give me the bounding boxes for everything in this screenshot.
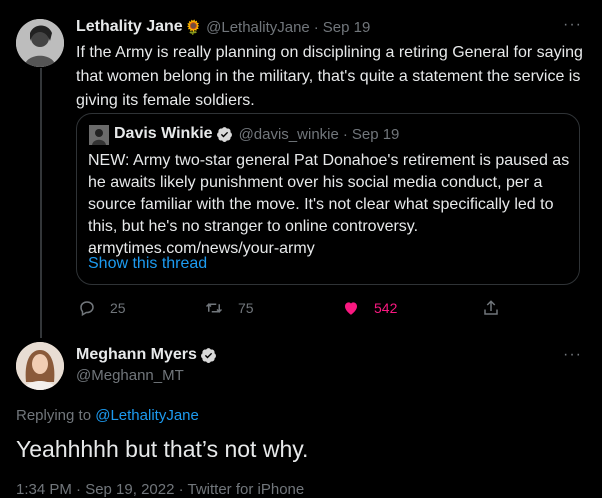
reply-action[interactable]: 25 <box>78 299 126 317</box>
author-name[interactable]: Lethality Jane <box>76 18 183 36</box>
quoted-author-handle: @davis_winkie <box>238 125 339 143</box>
quoted-avatar-image <box>89 125 109 145</box>
separator-dot: · <box>313 18 319 36</box>
reply-author-name[interactable]: Meghann Myers <box>76 346 197 364</box>
heart-icon <box>345 302 357 315</box>
avatar-meghann-myers[interactable] <box>16 342 64 390</box>
sunflower-emoji: 🌻 <box>184 18 203 35</box>
retweet-count: 75 <box>238 300 254 316</box>
share-action[interactable] <box>482 299 514 317</box>
retweet-icon <box>205 303 223 313</box>
replying-to-link[interactable]: @LethalityJane <box>95 407 199 424</box>
replying-prefix: Replying to <box>16 407 96 424</box>
quoted-text-ellipsis: ... <box>88 236 103 252</box>
tweet-header: Lethality Jane 🌻 @LethalityJane · Sep 19 <box>76 18 370 36</box>
quoted-tweet-header: Davis Winkie @davis_winkie · Sep 19 <box>114 125 399 143</box>
quoted-author-name: Davis Winkie <box>114 125 213 142</box>
tweet-date[interactable]: Sep 19 <box>323 19 371 36</box>
like-count: 542 <box>374 300 398 316</box>
reply-icon <box>80 301 94 317</box>
reply-author-handle[interactable]: @Meghann_MT <box>76 367 184 384</box>
replying-to: Replying to @LethalityJane <box>16 407 199 424</box>
verified-badge-icon <box>216 126 232 142</box>
tweet-timestamp-footer[interactable]: 1:34 PM · Sep 19, 2022 · Twitter for iPh… <box>16 481 304 498</box>
quoted-tweet-date: Sep 19 <box>351 125 400 143</box>
reply-author: Meghann Myers <box>76 346 217 364</box>
quoted-tweet-text: NEW: Army two-star general Pat Donahoe's… <box>88 152 570 257</box>
avatar-davis-winkie <box>89 125 109 145</box>
avatar-image <box>16 342 64 390</box>
more-options-icon[interactable]: ··· <box>563 346 582 364</box>
tweet-text: If the Army is really planning on discip… <box>76 44 583 109</box>
reply-count: 25 <box>110 300 126 316</box>
share-icon <box>484 300 498 315</box>
retweet-action[interactable]: 75 <box>204 299 254 317</box>
like-action[interactable]: 542 <box>342 299 397 317</box>
show-thread-link[interactable]: Show this thread <box>88 255 207 273</box>
thread-connector-line <box>40 68 42 338</box>
reply-text: Yeahhhhh but that’s not why. <box>16 436 309 462</box>
avatar-lethality-jane[interactable] <box>16 19 64 67</box>
verified-badge-icon <box>200 347 216 363</box>
author-handle[interactable]: @LethalityJane <box>206 19 310 36</box>
quoted-separator-dot: · <box>342 125 348 143</box>
avatar-image <box>16 19 64 67</box>
more-options-icon[interactable]: ··· <box>563 16 582 34</box>
